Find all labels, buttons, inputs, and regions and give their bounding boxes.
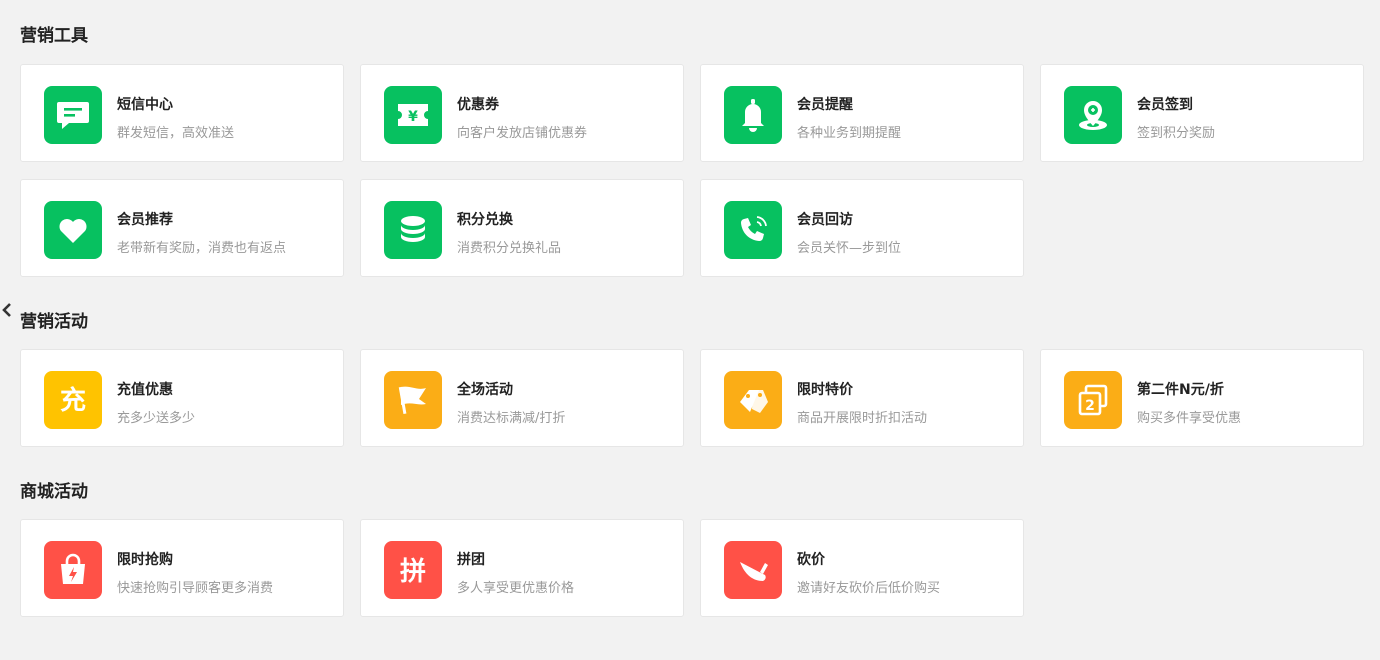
card-description: 充多少送多少 [117,411,196,426]
card-description: 各种业务到期提醒 [797,126,902,141]
card-title: 充值优惠 [117,382,173,398]
recharge-glyph: 充 [60,385,86,416]
second-item-icon: 2 [1064,371,1122,429]
card-description: 群发短信，高效准送 [117,126,235,141]
card-title: 优惠券 [457,97,499,113]
card-title: 会员提醒 [797,97,853,113]
card-recharge-discount[interactable]: 充 充值优惠 充多少送多少 [20,349,344,447]
knife-icon [724,541,782,599]
chevron-left-icon [2,303,11,317]
location-pin-icon [1064,86,1122,144]
sidebar-collapse-button[interactable] [0,298,14,322]
card-group-buy[interactable]: 拼 拼团 多人享受更优惠价格 [360,519,684,617]
section-title-marketing-activities: 营销活动 [20,312,88,332]
card-description: 多人享受更优惠价格 [457,581,575,596]
price-tag-icon [724,371,782,429]
card-title: 短信中心 [117,97,173,113]
second-item-glyph: 2 [1085,398,1095,414]
card-description: 老带新有奖励，消费也有返点 [117,241,287,256]
card-title: 全场活动 [457,382,513,398]
bell-icon [724,86,782,144]
card-description: 快速抢购引导顾客更多消费 [117,581,274,596]
section-title-marketing-tools: 营销工具 [20,26,88,46]
card-description: 商品开展限时折扣活动 [797,411,928,426]
card-description: 购买多件享受优惠 [1137,411,1242,426]
flag-icon [384,371,442,429]
card-member-referral[interactable]: 会员推荐 老带新有奖励，消费也有返点 [20,179,344,277]
card-member-followup[interactable]: 会员回访 会员关怀—步到位 [700,179,1024,277]
heart-icon [44,201,102,259]
card-title: 积分兑换 [457,212,513,228]
card-member-checkin[interactable]: 会员签到 签到积分奖励 [1040,64,1364,162]
group-buy-icon: 拼 [384,541,442,599]
card-sms-center[interactable]: 短信中心 群发短信，高效准送 [20,64,344,162]
card-description: 邀请好友砍价后低价购买 [797,581,941,596]
card-second-item-discount[interactable]: 2 第二件N元/折 购买多件享受优惠 [1040,349,1364,447]
card-title: 会员回访 [797,212,853,228]
card-description: 消费积分兑换礼品 [457,241,562,256]
card-member-reminder[interactable]: 会员提醒 各种业务到期提醒 [700,64,1024,162]
card-title: 限时抢购 [117,552,173,568]
card-title: 会员推荐 [117,212,173,228]
card-points-exchange[interactable]: 积分兑换 消费积分兑换礼品 [360,179,684,277]
svg-text:¥: ¥ [408,109,418,125]
card-store-wide-activity[interactable]: 全场活动 消费达标满减/打折 [360,349,684,447]
card-description: 会员关怀—步到位 [797,241,902,256]
card-bargain[interactable]: 砍价 邀请好友砍价后低价购买 [700,519,1024,617]
card-description: 消费达标满减/打折 [457,411,566,426]
card-description: 签到积分奖励 [1137,126,1216,141]
coin-stack-icon [384,201,442,259]
card-flash-sale[interactable]: 限时抢购 快速抢购引导顾客更多消费 [20,519,344,617]
coupon-icon: ¥ [384,86,442,144]
sms-icon [44,86,102,144]
card-title: 第二件N元/折 [1137,382,1224,398]
card-coupon[interactable]: ¥ 优惠券 向客户发放店铺优惠券 [360,64,684,162]
card-title: 会员签到 [1137,97,1193,113]
card-limited-time-special[interactable]: 限时特价 商品开展限时折扣活动 [700,349,1024,447]
recharge-icon: 充 [44,371,102,429]
phone-icon [724,201,782,259]
section-title-mall-activities: 商城活动 [20,482,88,502]
card-title: 限时特价 [797,382,853,398]
card-description: 向客户发放店铺优惠券 [457,126,588,141]
flash-sale-bag-icon [44,541,102,599]
card-title: 拼团 [457,552,485,568]
group-buy-glyph: 拼 [400,557,426,587]
card-title: 砍价 [797,552,825,568]
